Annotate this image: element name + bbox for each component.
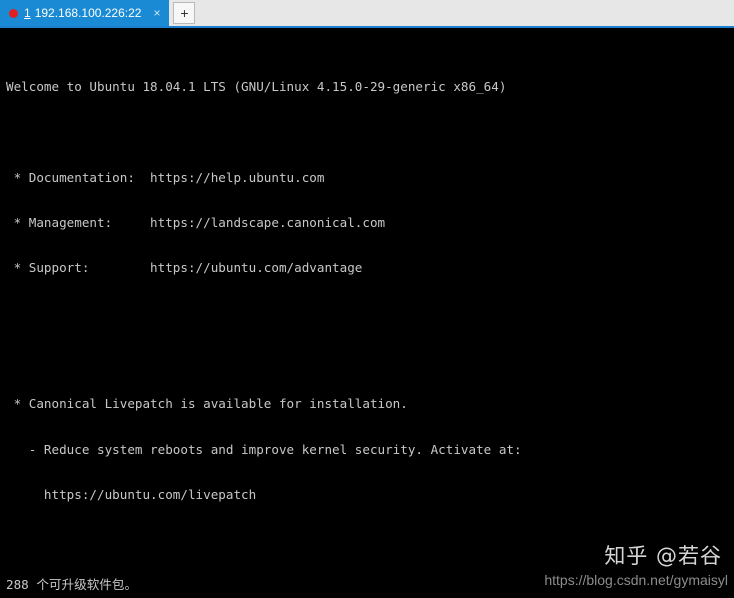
terminal-line: * Support: https://ubuntu.com/advantage bbox=[6, 260, 363, 276]
connection-status-dot-icon bbox=[9, 8, 18, 18]
tab-index-label: 1 bbox=[24, 6, 31, 20]
terminal-line: * Documentation: https://help.ubuntu.com bbox=[6, 169, 325, 185]
xshell-window: 1 192.168.100.226:22 × + Welcome to Ubun… bbox=[0, 0, 734, 598]
terminal-line: - Reduce system reboots and improve kern… bbox=[6, 441, 522, 457]
tab-bar: 1 192.168.100.226:22 × + bbox=[0, 0, 734, 28]
new-tab-button[interactable]: + bbox=[173, 2, 196, 24]
terminal-line: Welcome to Ubuntu 18.04.1 LTS (GNU/Linux… bbox=[6, 79, 507, 95]
terminal-line: * Management: https://landscape.canonica… bbox=[6, 215, 386, 231]
tab-title-label: 192.168.100.226:22 bbox=[34, 6, 142, 20]
terminal-line: https://ubuntu.com/livepatch bbox=[6, 486, 257, 502]
terminal-line: 288 个可升级软件包。 bbox=[6, 577, 138, 593]
terminal-line: * Canonical Livepatch is available for i… bbox=[6, 396, 408, 412]
tab-session-1[interactable]: 1 192.168.100.226:22 × bbox=[0, 0, 170, 26]
terminal-output[interactable]: Welcome to Ubuntu 18.04.1 LTS (GNU/Linux… bbox=[0, 30, 734, 598]
close-icon[interactable]: × bbox=[150, 7, 163, 19]
